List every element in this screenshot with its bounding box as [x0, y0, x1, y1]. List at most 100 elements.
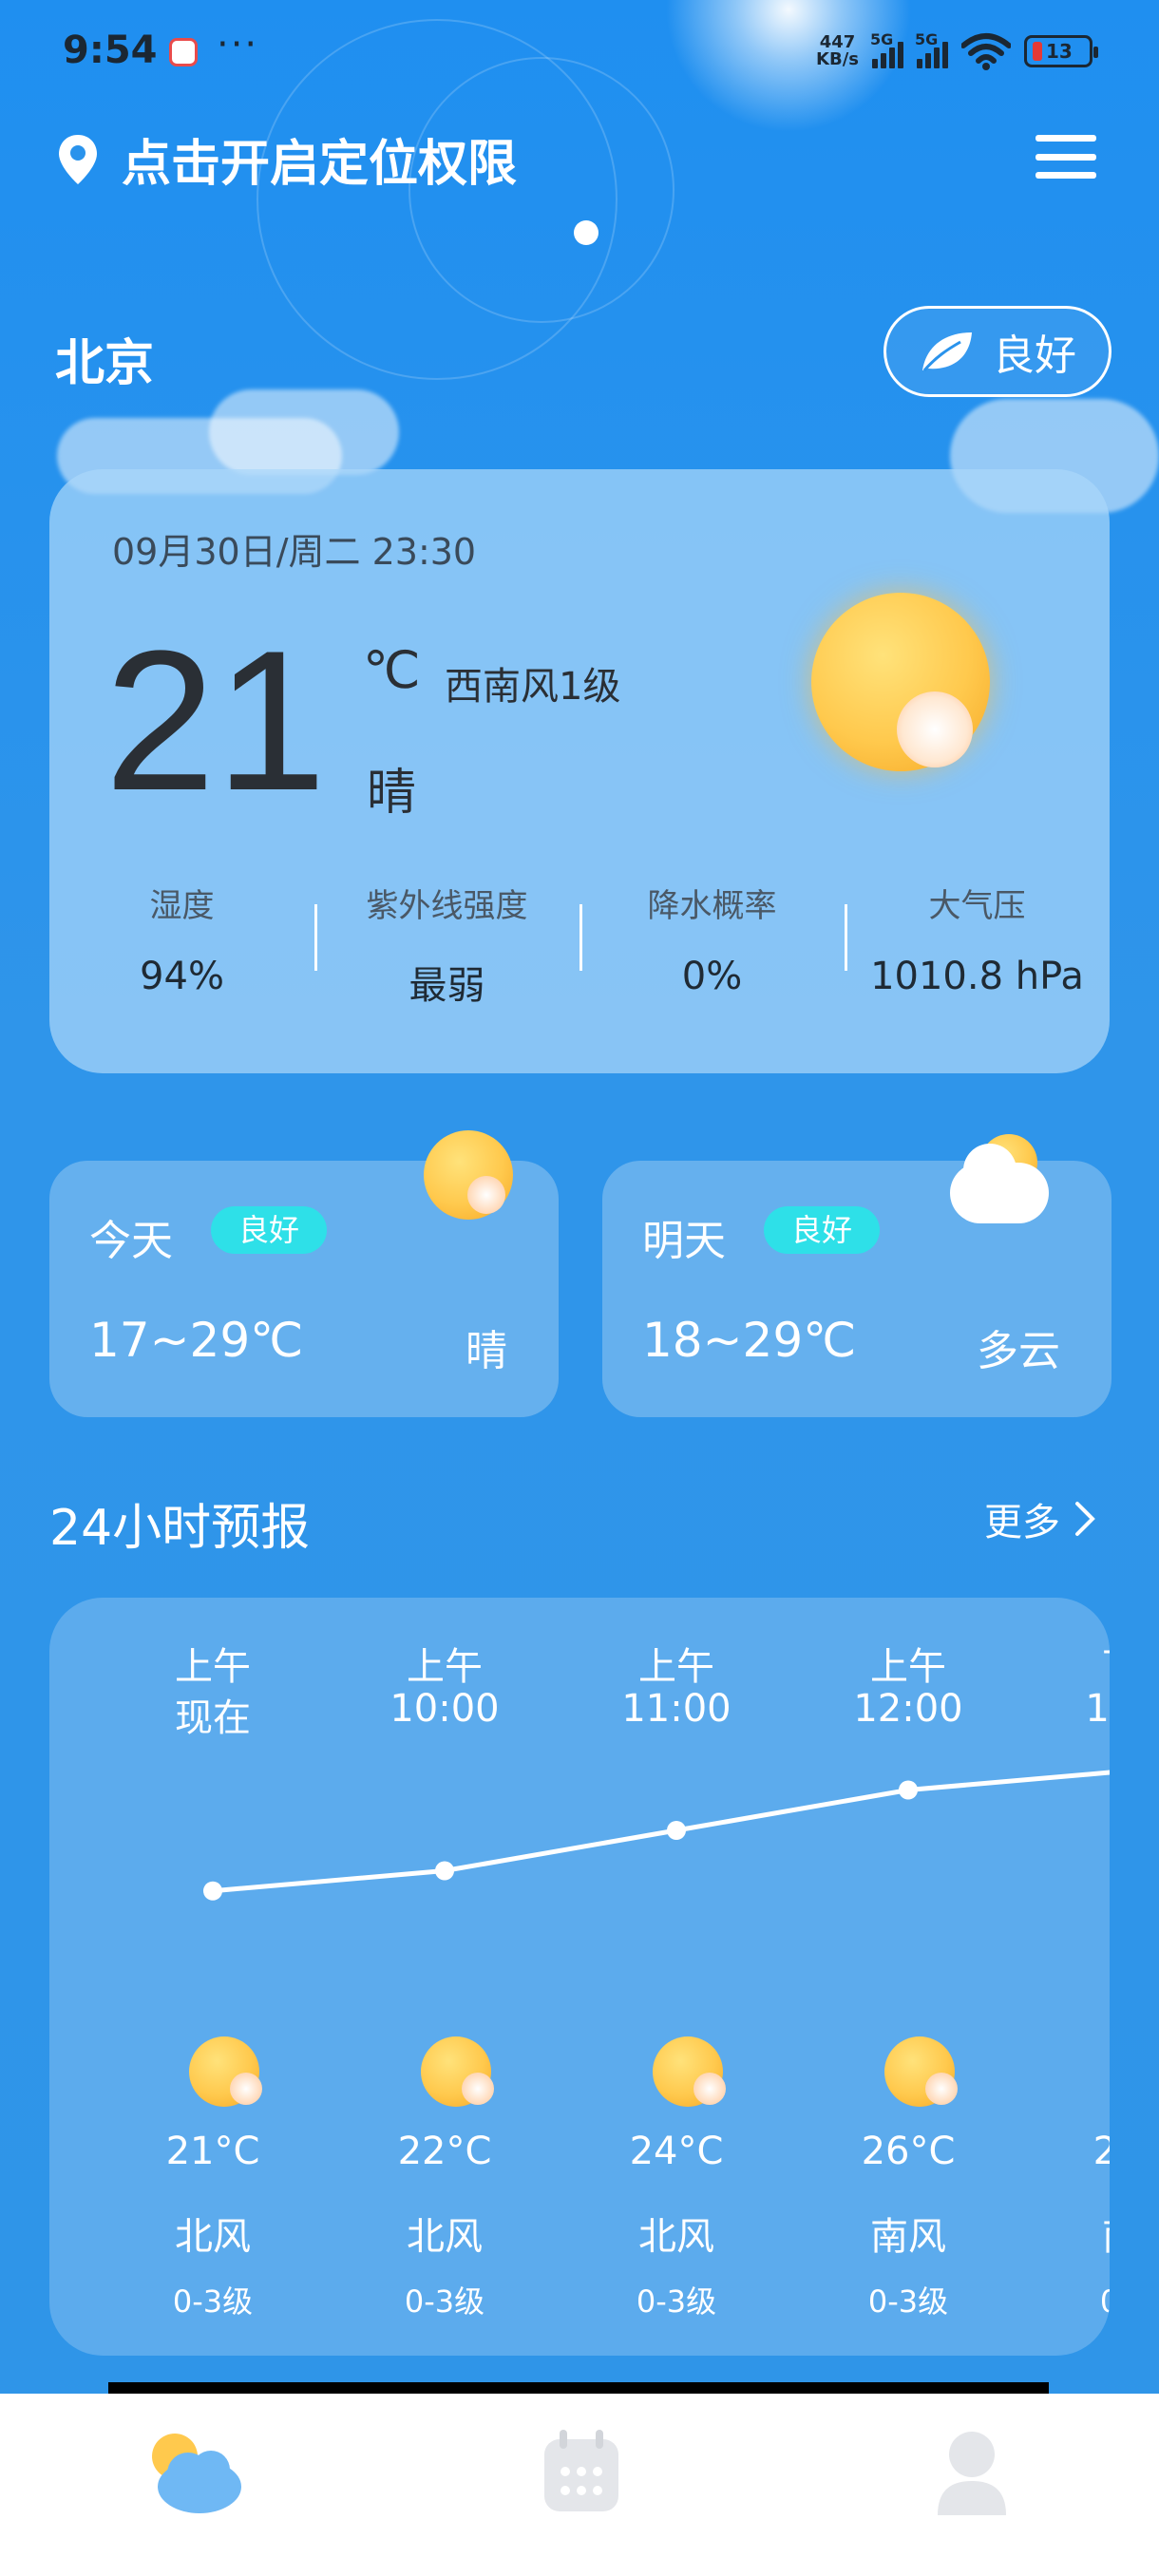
hour-time: 现在	[175, 1696, 251, 1740]
temperature-point	[899, 1780, 918, 1800]
sunny-icon-highlight	[462, 2073, 494, 2105]
location-permission-button[interactable]: 点击开启定位权限	[57, 123, 517, 195]
leaf-icon	[922, 332, 972, 371]
signal-tag: 5G	[870, 30, 894, 48]
signal-icon: 5G	[870, 30, 903, 68]
city-name: 北京	[55, 335, 155, 392]
stat-value: 最弱	[408, 964, 485, 1008]
hour-time: 12:00	[853, 1687, 963, 1731]
wifi-icon	[961, 33, 1011, 70]
hour-wind-level: 0-3级	[867, 2283, 949, 2320]
sunny-icon-highlight	[230, 2073, 262, 2105]
location-prompt: 点击开启定位权限	[122, 136, 518, 193]
menu-icon[interactable]	[1036, 135, 1096, 179]
stat-uv: 紫外线强度 最弱	[314, 880, 580, 1013]
nav-profile[interactable]	[772, 2394, 1159, 2576]
hourly-forecast-card[interactable]: 上午 现在 21°C 北风 0-3级 上午 10:00 22°C 北风 0-3级…	[49, 1598, 1110, 2356]
temperature-line	[212, 1770, 1110, 1894]
stat-label: 湿度	[149, 887, 215, 925]
hour-period: 上午	[870, 1645, 946, 1689]
sunny-icon-highlight	[694, 2073, 726, 2105]
temperature-point	[203, 1881, 222, 1901]
temperature-point	[435, 1861, 454, 1881]
app-notification-icon	[169, 38, 198, 66]
hour-temperature: 27°C	[1092, 2130, 1110, 2173]
stat-label: 大气压	[928, 887, 1026, 925]
chevron-right-icon	[1075, 1502, 1095, 1536]
calendar-icon	[543, 2430, 618, 2511]
sunny-icon-highlight	[467, 1176, 505, 1214]
stat-value: 0%	[681, 955, 743, 998]
stat-pressure: 大气压 1010.8 hPa	[845, 880, 1110, 1013]
location-pin-icon	[59, 134, 97, 184]
stat-label: 紫外线强度	[366, 887, 528, 925]
sunny-icon-highlight	[897, 691, 973, 767]
today-card[interactable]: 今天 良好 17~29℃ 晴	[49, 1130, 559, 1417]
cloud-decoration	[209, 389, 399, 475]
air-quality-badge: 良好	[211, 1206, 327, 1254]
bottom-nav	[0, 2394, 1159, 2576]
air-quality-label: 良好	[993, 331, 1076, 380]
stat-precipitation: 降水概率 0%	[580, 880, 845, 1013]
hour-wind-level: 0-3级	[636, 2283, 717, 2320]
hour-wind-level: 0-3级	[1045, 2278, 1110, 2321]
hour-time: 13:00	[1085, 1687, 1110, 1731]
status-bar: 9:54 ··· 447 KB/s 5G 5G 13	[0, 0, 1159, 104]
stat-humidity: 湿度 94%	[49, 880, 314, 1013]
current-temperature: 21	[104, 609, 327, 832]
hour-period: 下午	[1045, 1636, 1110, 1691]
nav-weather[interactable]	[0, 2394, 387, 2576]
profile-icon	[938, 2432, 1007, 2515]
status-indicators: 447 KB/s 5G 5G 13	[816, 30, 1098, 70]
signal-tag: 5G	[915, 30, 939, 48]
hour-period: 上午	[175, 1645, 251, 1689]
hour-wind: 北风	[638, 2215, 714, 2259]
page-indicator	[574, 220, 598, 245]
more-notifications-icon: ···	[217, 23, 259, 66]
network-speed: 447 KB/s	[816, 34, 859, 68]
status-time: 9:54	[63, 28, 158, 72]
current-condition: 晴	[367, 765, 417, 822]
hour-period: 上午	[407, 1645, 483, 1689]
cloudy-icon-top	[963, 1144, 1016, 1197]
hour-wind-level: 0-3级	[172, 2283, 254, 2320]
hour-temperature: 21°C	[165, 2130, 260, 2173]
temperature-point	[667, 1821, 686, 1840]
stat-value: 94%	[140, 955, 224, 998]
stat-label: 降水概率	[647, 887, 777, 925]
hour-wind: 南风	[1045, 2206, 1110, 2261]
hour-wind: 南风	[870, 2215, 946, 2259]
more-label: 更多	[984, 1501, 1060, 1544]
hour-temperature: 22°C	[397, 2130, 492, 2173]
weather-stats: 湿度 94% 紫外线强度 最弱 降水概率 0% 大气压 1010.8 hPa	[49, 880, 1110, 1013]
hour-period: 上午	[638, 1645, 714, 1689]
hour-wind: 北风	[407, 2215, 483, 2259]
current-weather-card[interactable]: 09月30日/周二 23:30 21 ℃ 西南风1级 晴 湿度 94% 紫外线强…	[49, 469, 1110, 1073]
day-title: 明天	[642, 1217, 726, 1265]
hour-temperature: 24°C	[629, 2130, 724, 2173]
air-quality-badge: 良好	[764, 1206, 880, 1254]
current-wind: 西南风1级	[445, 665, 621, 709]
battery-icon: 13	[1024, 35, 1098, 67]
hour-wind: 北风	[175, 2215, 251, 2259]
nav-calendar[interactable]	[387, 2394, 773, 2576]
hour-wind-level: 0-3级	[404, 2283, 485, 2320]
more-button[interactable]: 更多	[984, 1491, 1096, 1546]
tomorrow-card[interactable]: 明天 良好 18~29℃ 多云	[602, 1134, 1112, 1417]
air-quality-button[interactable]: 良好	[884, 306, 1112, 397]
hour-time: 10:00	[390, 1687, 500, 1731]
temperature-unit: ℃	[363, 640, 421, 700]
sunny-icon-highlight	[925, 2073, 958, 2105]
signal-icon: 5G	[915, 30, 948, 68]
battery-level: 13	[1046, 40, 1073, 63]
temperature-range: 18~29℃	[642, 1313, 857, 1368]
day-title: 今天	[89, 1217, 173, 1265]
stat-value: 1010.8 hPa	[870, 955, 1084, 998]
hour-time: 11:00	[621, 1687, 732, 1731]
current-datetime: 09月30日/周二 23:30	[112, 531, 477, 573]
network-speed-unit: KB/s	[816, 49, 859, 69]
temperature-range: 17~29℃	[89, 1313, 304, 1368]
hour-temperature: 26°C	[861, 2130, 956, 2173]
day-condition: 晴	[466, 1327, 507, 1375]
day-condition: 多云	[977, 1327, 1060, 1375]
